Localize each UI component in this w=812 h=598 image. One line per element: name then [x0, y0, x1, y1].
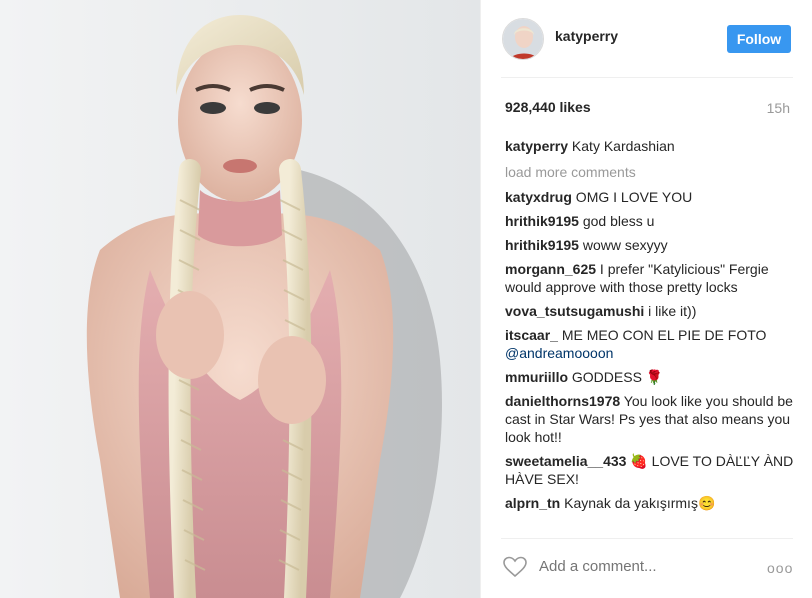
caption-text: Katy Kardashian [568, 138, 675, 154]
heart-icon[interactable] [503, 556, 527, 578]
avatar-image [503, 19, 543, 59]
comment-text: OMG I LOVE YOU [571, 189, 693, 205]
comment-item: alprn_tn Kaynak da yakışırmış😊 [505, 494, 795, 512]
comments-list: katyperry Katy Kardashian load more comm… [505, 137, 795, 532]
comment-item: hrithik9195 god bless u [505, 212, 795, 230]
comment-username[interactable]: hrithik9195 [505, 237, 579, 253]
comment-item: vova_tsutsugamushi i like it)) [505, 302, 795, 320]
avatar[interactable] [502, 18, 544, 60]
comment-text: god bless u [578, 213, 655, 229]
mention-link[interactable]: @andreamoooon [505, 345, 613, 361]
comment-text: i like it)) [644, 303, 697, 319]
strawberry-emoji-icon: 🍓 [630, 453, 648, 469]
comment-item: sweetamelia__433 🍓 LOVE TO DÀĽĽY ÀND HÀV… [505, 452, 795, 488]
comment-username[interactable]: itscaar_ [505, 327, 558, 343]
follow-button[interactable]: Follow [727, 25, 791, 53]
comment-username[interactable]: morgann_625 [505, 261, 596, 277]
load-more-comments-link[interactable]: load more comments [505, 163, 795, 181]
post-side-panel: katyperry Follow 928,440 likes 15h katyp… [480, 0, 812, 598]
rose-emoji-icon: 🌹 [645, 369, 664, 385]
caption-username[interactable]: katyperry [505, 138, 568, 154]
post-header: katyperry Follow [481, 0, 812, 78]
comment-username[interactable]: alprn_tn [505, 495, 560, 511]
comment-username[interactable]: hrithik9195 [505, 213, 579, 229]
comment-item: danielthorns1978 You look like you shoul… [505, 392, 795, 446]
comment-text: woww sexyyy [578, 237, 668, 253]
post-caption: katyperry Katy Kardashian [505, 137, 795, 155]
post-username[interactable]: katyperry [555, 28, 618, 44]
comment-item: itscaar_ ME MEO CON EL PIE DE FOTO @andr… [505, 326, 795, 362]
post-photo-image [0, 0, 480, 598]
comment-item: morgann_625 I prefer "Katylicious" Fergi… [505, 260, 795, 296]
comment-username[interactable]: sweetamelia__433 [505, 453, 626, 469]
comment-text: Kaynak da yakışırmış [560, 495, 698, 511]
smile-emoji-icon: 😊 [697, 495, 716, 511]
comment-username[interactable]: mmuriillo [505, 369, 568, 385]
likes-count[interactable]: 928,440 likes [505, 99, 591, 115]
comment-text: ME MEO CON EL PIE DE FOTO [557, 327, 767, 343]
comment-text: GODDESS [568, 369, 646, 385]
comment-username[interactable]: katyxdrug [505, 189, 572, 205]
comment-username[interactable]: danielthorns1978 [505, 393, 620, 409]
post-timestamp[interactable]: 15h [767, 100, 790, 116]
comment-item: mmuriillo GODDESS 🌹 [505, 368, 795, 386]
comment-item: hrithik9195 woww sexyyy [505, 236, 795, 254]
add-comment-input[interactable] [539, 558, 739, 575]
divider [501, 538, 793, 539]
divider [501, 77, 793, 78]
comment-username[interactable]: vova_tsutsugamushi [505, 303, 644, 319]
comment-item: katyxdrug OMG I LOVE YOU [505, 188, 795, 206]
more-options-icon[interactable]: ooo [767, 560, 793, 576]
post-photo[interactable] [0, 0, 480, 598]
